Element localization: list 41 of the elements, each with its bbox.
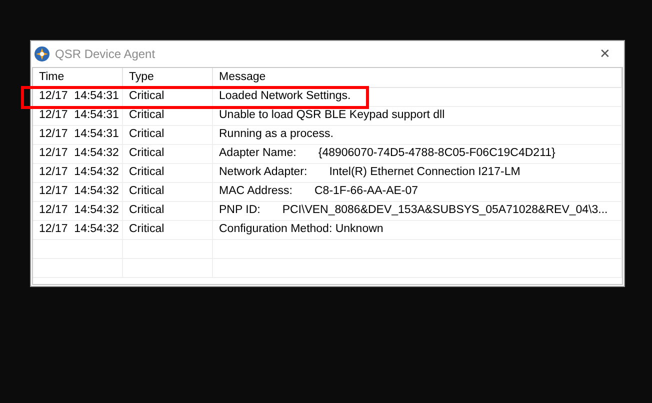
type-cell-text: Critical xyxy=(129,108,164,124)
log-row[interactable]: 12/17 14:54:32 Critical Configuration Method: Unknown xyxy=(33,221,622,240)
time-cell-text: 12/17 14:54:32 xyxy=(39,165,119,180)
type-cell-text: Critical xyxy=(129,184,164,200)
log-row[interactable]: 12/17 14:54:31 Critical Running as a process. xyxy=(33,126,622,145)
message-cell-text: PNP ID: xyxy=(219,203,260,218)
message-value: {48906070-74D5-4788-8C05-F06C19C4D211} xyxy=(318,146,556,162)
time-cell-text: 12/17 14:54:31 xyxy=(39,89,119,104)
log-row[interactable]: 12/17 14:54:32 Critical Adapter Name: {48906070-74D5-4788-8C05-F06C19C4D211} xyxy=(33,145,622,164)
message-cell-text: Unable to load QSR BLE Keypad support dll xyxy=(219,108,445,124)
message-value: PCI\VEN_8086&DEV_153A&SUBSYS_05A71028&REV_04\3... xyxy=(282,203,608,218)
column-header[interactable]: Time xyxy=(39,68,64,86)
message-cell-text: Running as a process. xyxy=(219,127,334,142)
time-cell-text: 12/17 14:54:32 xyxy=(39,146,119,162)
app-icon xyxy=(34,46,50,62)
time-cell-text: 12/17 14:54:32 xyxy=(39,222,119,238)
type-cell-text: Critical xyxy=(129,146,164,162)
message-value: C8-1F-66-AA-AE-07 xyxy=(314,184,418,200)
close-button[interactable]: ✕ xyxy=(595,44,615,64)
log-row[interactable]: 12/17 14:54:32 Critical MAC Address: C8-1F-66-AA-AE-07 xyxy=(33,183,622,202)
log-row[interactable]: 12/17 14:54:32 Critical Network Adapter: Intel(R) Ethernet Connection I217-LM xyxy=(33,164,622,183)
message-value: Intel(R) Ethernet Connection I217-LM xyxy=(329,165,520,180)
message-cell-text: Adapter Name: xyxy=(219,146,296,162)
message-cell-text: MAC Address: xyxy=(219,184,292,200)
time-cell-text: 12/17 14:54:31 xyxy=(39,108,119,124)
log-row[interactable]: 12/17 14:54:32 Critical PNP ID: PCI\VEN_8086&DEV_153A&SUBSYS_05A71028&REV_04\3... xyxy=(33,202,622,221)
type-cell-text: Critical xyxy=(129,203,164,218)
message-cell-text: Network Adapter: xyxy=(219,165,308,180)
type-cell-text: Critical xyxy=(129,165,164,180)
column-header[interactable]: Message xyxy=(219,68,266,86)
message-cell-text: Configuration Method: Unknown xyxy=(219,222,384,238)
time-cell-text: 12/17 14:54:32 xyxy=(39,203,119,218)
window-title: QSR Device Agent xyxy=(55,46,156,63)
time-cell-text: 12/17 14:54:31 xyxy=(39,127,119,142)
type-cell-text: Critical xyxy=(129,89,164,104)
type-cell-text: Critical xyxy=(129,222,164,238)
time-cell-text: 12/17 14:54:32 xyxy=(39,184,119,200)
log-row[interactable]: 12/17 14:54:31 Critical Unable to load QSR BLE Keypad support dll xyxy=(33,107,622,126)
message-cell-text: Loaded Network Settings. xyxy=(219,89,351,104)
type-cell-text: Critical xyxy=(129,127,164,142)
column-header[interactable]: Type xyxy=(129,68,154,86)
